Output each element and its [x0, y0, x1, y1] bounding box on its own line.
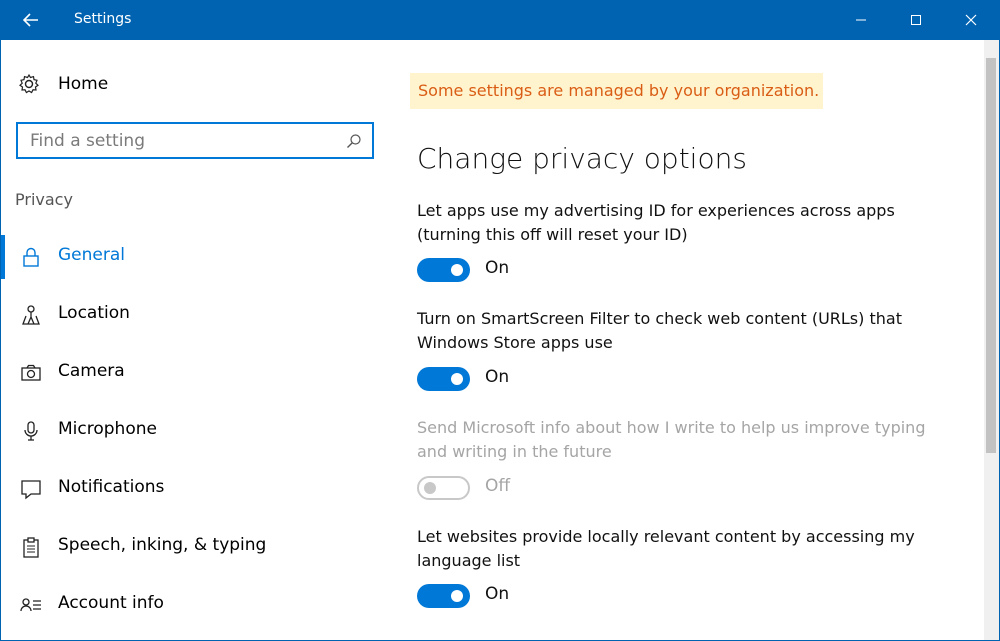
- toggle-knob: [451, 590, 463, 602]
- toggle-knob: [424, 482, 436, 494]
- sidebar-item-label: Account info: [58, 593, 164, 613]
- setting-description: Send Microsoft info about how I write to…: [417, 418, 926, 461]
- scrollbar-thumb[interactable]: [986, 58, 996, 453]
- setting-typing-info: Send Microsoft info about how I write to…: [417, 416, 957, 500]
- window-title: Settings: [74, 11, 132, 27]
- sidebar-item-label: Microphone: [58, 419, 157, 439]
- toggle-knob: [451, 264, 463, 276]
- managed-by-organization-banner: Some settings are managed by your organi…: [410, 73, 823, 109]
- maximize-icon: [910, 15, 921, 25]
- toggle-row: On: [417, 584, 617, 608]
- maximize-button[interactable]: [889, 0, 942, 40]
- toggle-row: On: [417, 258, 617, 282]
- toggle-state-label: Off: [485, 476, 511, 496]
- sidebar-item-account-info[interactable]: Account info: [0, 583, 392, 627]
- location-person-icon: [22, 305, 40, 325]
- close-icon: [965, 14, 976, 26]
- toggle-state-label: On: [485, 367, 510, 387]
- lock-icon: [23, 247, 39, 267]
- setting-description: Let apps use my advertising ID for exper…: [417, 201, 895, 244]
- active-indicator: [0, 235, 5, 279]
- minimize-button[interactable]: [834, 0, 887, 40]
- sidebar-item-microphone[interactable]: Microphone: [0, 409, 392, 453]
- section-label-privacy: Privacy: [15, 190, 73, 209]
- sidebar-item-label: Speech, inking, & typing: [58, 535, 267, 555]
- setting-description: Let websites provide locally relevant co…: [417, 527, 915, 570]
- toggle-state-label: On: [485, 258, 510, 278]
- back-arrow-icon: [23, 13, 38, 27]
- main-content: Some settings are managed by your organi…: [392, 40, 984, 641]
- back-button[interactable]: [0, 0, 62, 40]
- title-bar: Settings: [0, 0, 1000, 40]
- search-icon[interactable]: [346, 133, 362, 149]
- typing-info-toggle: [417, 476, 470, 500]
- toggle-knob: [451, 373, 463, 385]
- setting-advertising-id: Let apps use my advertising ID for exper…: [417, 199, 957, 282]
- smartscreen-toggle[interactable]: [417, 367, 470, 391]
- vertical-scrollbar[interactable]: [984, 40, 999, 640]
- home-link[interactable]: Home: [18, 70, 108, 98]
- sidebar-item-general[interactable]: General: [0, 235, 392, 279]
- setting-smartscreen-filter: Turn on SmartScreen Filter to check web …: [417, 307, 957, 391]
- toggle-row: Off: [417, 476, 617, 500]
- toggle-state-label: On: [485, 584, 510, 604]
- sidebar-item-camera[interactable]: Camera: [0, 351, 392, 395]
- toggle-row: On: [417, 367, 617, 391]
- sidebar-item-location[interactable]: Location: [0, 293, 392, 337]
- sidebar-item-label: Notifications: [58, 477, 165, 497]
- sidebar-item-label: Camera: [58, 361, 125, 381]
- account-info-icon: [20, 598, 41, 612]
- camera-icon: [21, 364, 41, 381]
- home-label: Home: [58, 74, 109, 94]
- banner-text: Some settings are managed by your organi…: [418, 81, 820, 100]
- setting-language-list: Let websites provide locally relevant co…: [417, 525, 957, 608]
- language-list-toggle[interactable]: [417, 584, 470, 608]
- sidebar-item-notifications[interactable]: Notifications: [0, 467, 392, 511]
- sidebar-item-label: General: [58, 245, 125, 265]
- sidebar-item-speech-inking-typing[interactable]: Speech, inking, & typing: [0, 525, 392, 569]
- minimize-icon: [855, 19, 866, 21]
- sidebar-item-label: Location: [58, 303, 130, 323]
- advertising-id-toggle[interactable]: [417, 258, 470, 282]
- search-input[interactable]: [30, 130, 330, 152]
- microphone-icon: [24, 421, 38, 441]
- sidebar: Home Privacy General Location Camer: [0, 40, 392, 641]
- notification-icon: [21, 480, 41, 500]
- gear-icon: [19, 73, 39, 94]
- search-box[interactable]: [16, 122, 374, 159]
- setting-description: Turn on SmartScreen Filter to check web …: [417, 309, 902, 352]
- page-title: Change privacy options: [417, 142, 747, 175]
- clipboard-icon: [23, 537, 39, 558]
- close-button[interactable]: [944, 0, 997, 40]
